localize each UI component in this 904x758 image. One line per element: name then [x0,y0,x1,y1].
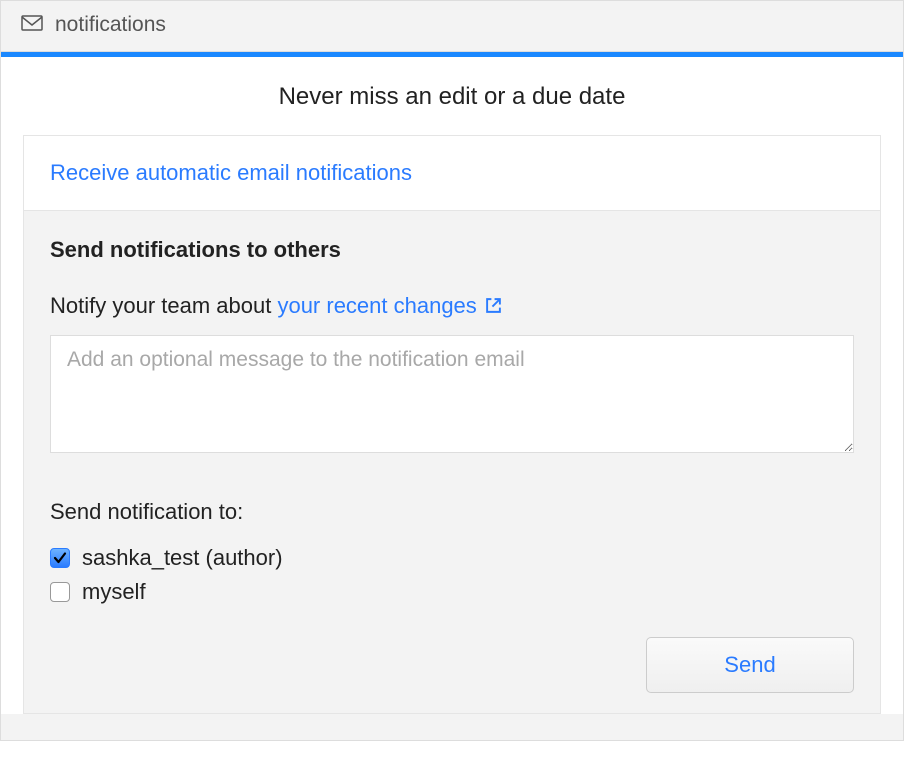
notify-line: Notify your team about your recent chang… [50,293,854,319]
send-others-section: Send notifications to others Notify your… [23,211,881,714]
recent-changes-link[interactable]: your recent changes [277,293,501,318]
section-title: Send notifications to others [50,237,854,263]
button-row: Send [50,637,854,693]
page-heading: Never miss an edit or a due date [1,57,903,135]
content-area: Never miss an edit or a due date Receive… [1,57,903,740]
envelope-icon [21,14,43,37]
auto-email-row[interactable]: Receive automatic email notifications [23,135,881,211]
checkbox-checked-icon[interactable] [50,548,70,568]
panel-header: notifications [1,1,903,52]
send-button[interactable]: Send [646,637,854,693]
notify-prefix: Notify your team about [50,293,277,318]
send-to-label: Send notification to: [50,499,854,525]
recipient-label: sashka_test (author) [82,545,283,571]
bottom-spacer [1,714,903,740]
recipient-label: myself [82,579,146,605]
panel-title: notifications [55,13,166,37]
recipient-row[interactable]: sashka_test (author) [50,545,854,571]
checkbox-unchecked-icon[interactable] [50,582,70,602]
auto-email-link[interactable]: Receive automatic email notifications [50,160,412,185]
external-link-icon [483,293,502,318]
message-input[interactable] [50,335,854,453]
recipient-row[interactable]: myself [50,579,854,605]
notifications-panel: notifications Never miss an edit or a du… [0,0,904,741]
